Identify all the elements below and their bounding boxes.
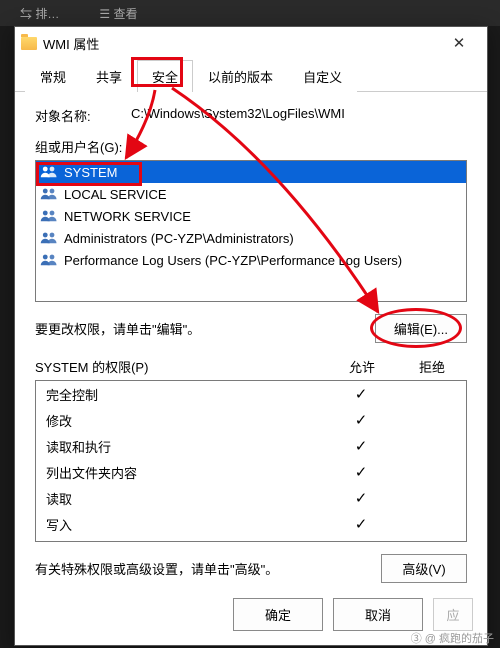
allow-check-icon: ✓ bbox=[326, 515, 396, 533]
apply-button[interactable]: 应 bbox=[433, 598, 473, 631]
cancel-button[interactable]: 取消 bbox=[333, 598, 423, 631]
tab-content: 对象名称: C:\Windows\System32\LogFiles\WMI 组… bbox=[15, 92, 487, 593]
allow-check-icon: ✓ bbox=[326, 385, 396, 403]
permissions-listbox[interactable]: 完全控制✓修改✓读取和执行✓列出文件夹内容✓读取✓写入✓ bbox=[35, 380, 467, 542]
folder-icon bbox=[21, 37, 37, 50]
tabstrip: 常规共享安全以前的版本自定义 bbox=[15, 59, 487, 92]
allow-column-header: 允许 bbox=[327, 357, 397, 376]
advanced-row: 有关特殊权限或高级设置，请单击"高级"。 高级(V) bbox=[35, 554, 467, 583]
permission-row-3: 列出文件夹内容✓ bbox=[36, 459, 466, 485]
tab-3[interactable]: 以前的版本 bbox=[193, 60, 288, 92]
background-toolbar: ⇆ 排… ☰ 查看 bbox=[0, 0, 500, 26]
ok-button[interactable]: 确定 bbox=[233, 598, 323, 631]
properties-dialog: WMI 属性 ✕ 常规共享安全以前的版本自定义 对象名称: C:\Windows… bbox=[14, 26, 488, 646]
users-icon bbox=[40, 209, 58, 223]
object-name-row: 对象名称: C:\Windows\System32\LogFiles\WMI bbox=[35, 106, 467, 125]
permission-name: 读取和执行 bbox=[36, 437, 326, 456]
permission-name: 读取 bbox=[36, 489, 326, 508]
users-icon bbox=[40, 165, 58, 179]
permission-name: 列出文件夹内容 bbox=[36, 463, 326, 482]
users-icon bbox=[40, 231, 58, 245]
permission-name: 完全控制 bbox=[36, 385, 326, 404]
group-item-2[interactable]: NETWORK SERVICE bbox=[36, 205, 466, 227]
permissions-header: SYSTEM 的权限(P) 允许 拒绝 bbox=[35, 357, 467, 376]
permission-name: 修改 bbox=[36, 411, 326, 430]
tab-2[interactable]: 安全 bbox=[137, 60, 193, 92]
advanced-button[interactable]: 高级(V) bbox=[381, 554, 467, 583]
group-item-1[interactable]: LOCAL SERVICE bbox=[36, 183, 466, 205]
group-item-label: NETWORK SERVICE bbox=[64, 209, 191, 224]
deny-column-header: 拒绝 bbox=[397, 357, 467, 376]
permission-row-5: 写入✓ bbox=[36, 511, 466, 537]
permission-row-0: 完全控制✓ bbox=[36, 381, 466, 407]
tab-0[interactable]: 常规 bbox=[25, 60, 81, 92]
allow-check-icon: ✓ bbox=[326, 489, 396, 507]
dialog-footer: 确定 取消 应 bbox=[15, 588, 487, 645]
bg-item: ⇆ 排… bbox=[20, 5, 59, 22]
permission-row-1: 修改✓ bbox=[36, 407, 466, 433]
close-button[interactable]: ✕ bbox=[437, 29, 481, 57]
tab-4[interactable]: 自定义 bbox=[288, 60, 357, 92]
allow-check-icon: ✓ bbox=[326, 463, 396, 481]
object-name-label: 对象名称: bbox=[35, 106, 131, 125]
dialog-title: WMI 属性 bbox=[43, 34, 437, 53]
groups-label: 组或用户名(G): bbox=[35, 137, 467, 156]
edit-row: 要更改权限，请单击"编辑"。 编辑(E)... bbox=[35, 314, 467, 343]
group-item-3[interactable]: Administrators (PC-YZP\Administrators) bbox=[36, 227, 466, 249]
permissions-title: SYSTEM 的权限(P) bbox=[35, 357, 327, 376]
advanced-hint: 有关特殊权限或高级设置，请单击"高级"。 bbox=[35, 559, 381, 578]
group-item-label: Performance Log Users (PC-YZP\Performanc… bbox=[64, 253, 402, 268]
users-icon bbox=[40, 253, 58, 267]
object-name-value: C:\Windows\System32\LogFiles\WMI bbox=[131, 106, 467, 125]
allow-check-icon: ✓ bbox=[326, 411, 396, 429]
tab-1[interactable]: 共享 bbox=[81, 60, 137, 92]
bg-item: ☰ 查看 bbox=[99, 5, 137, 22]
group-item-label: SYSTEM bbox=[64, 165, 117, 180]
groups-listbox[interactable]: SYSTEM LOCAL SERVICE NETWORK SERVICE Admini… bbox=[35, 160, 467, 302]
group-item-label: LOCAL SERVICE bbox=[64, 187, 167, 202]
permission-row-2: 读取和执行✓ bbox=[36, 433, 466, 459]
group-item-label: Administrators (PC-YZP\Administrators) bbox=[64, 231, 294, 246]
permission-row-4: 读取✓ bbox=[36, 485, 466, 511]
group-item-0[interactable]: SYSTEM bbox=[36, 161, 466, 183]
group-item-4[interactable]: Performance Log Users (PC-YZP\Performanc… bbox=[36, 249, 466, 271]
edit-button[interactable]: 编辑(E)... bbox=[375, 314, 467, 343]
edit-hint: 要更改权限，请单击"编辑"。 bbox=[35, 319, 375, 338]
permission-name: 写入 bbox=[36, 515, 326, 534]
allow-check-icon: ✓ bbox=[326, 437, 396, 455]
titlebar: WMI 属性 ✕ bbox=[15, 27, 487, 59]
users-icon bbox=[40, 187, 58, 201]
